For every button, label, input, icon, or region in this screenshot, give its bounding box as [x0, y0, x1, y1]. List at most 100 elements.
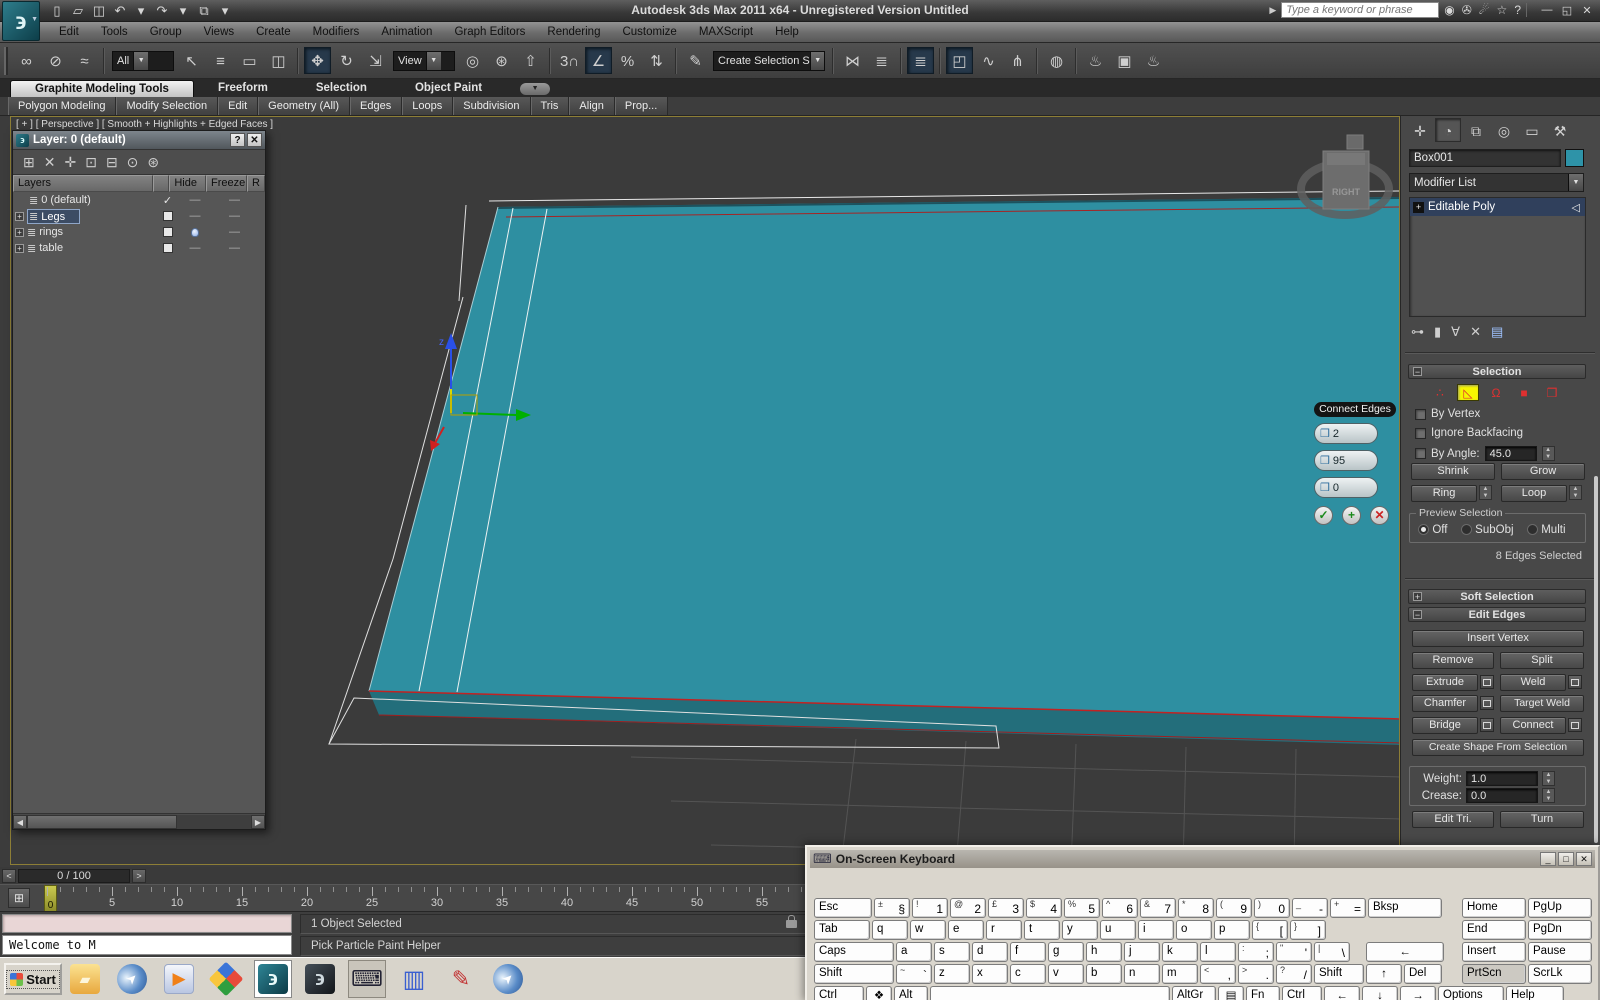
set-current-checkbox[interactable]: [162, 211, 173, 221]
set-current-layer-icon[interactable]: ⊟: [106, 154, 118, 171]
communication-center-icon[interactable]: ☄: [1479, 3, 1490, 17]
osk-key-sym[interactable]: ± §: [874, 898, 910, 918]
menu-item[interactable]: Graph Editors: [443, 22, 536, 42]
previous-frame-button[interactable]: <: [2, 868, 16, 883]
column-freeze[interactable]: Freeze: [206, 175, 248, 192]
utilities-tab-icon[interactable]: ⚒: [1547, 118, 1573, 142]
osk-key-z[interactable]: z: [934, 964, 970, 984]
grow-button[interactable]: Grow: [1501, 463, 1585, 480]
ribbon-panel-button[interactable]: Edit: [218, 97, 259, 115]
segments-field[interactable]: ❒ 2: [1314, 423, 1378, 444]
osk-key-6[interactable]: ^ 6: [1102, 898, 1138, 918]
angle-snap-icon[interactable]: ∠: [585, 47, 612, 74]
osk-key-help[interactable]: Help: [1506, 986, 1564, 1000]
loop-spinner[interactable]: ▲ ▼: [1569, 485, 1582, 500]
layer-properties-icon[interactable]: ⊛: [147, 154, 159, 171]
hide-toggle[interactable]: —: [176, 210, 214, 222]
keyboard-shortcut-override-icon[interactable]: ⇧: [517, 47, 544, 74]
osk-close-button[interactable]: ✕: [1576, 852, 1592, 866]
osk-key-t[interactable]: t: [1024, 920, 1060, 940]
scrollbar-thumb[interactable]: [27, 814, 177, 829]
menu-item[interactable]: Edit: [48, 22, 90, 42]
command-panel-scrollbar[interactable]: [1594, 476, 1598, 843]
help-icon[interactable]: ?: [1514, 3, 1521, 17]
expand-icon[interactable]: +: [15, 211, 24, 221]
osk-key-sym[interactable]: " ': [1276, 942, 1312, 962]
configure-modifier-sets-icon[interactable]: ▤: [1491, 324, 1503, 340]
unlink-selection-icon[interactable]: ⊘: [42, 47, 69, 74]
window-crossing-icon[interactable]: ◫: [265, 47, 292, 74]
osk-key-u[interactable]: u: [1100, 920, 1136, 940]
osk-key-7[interactable]: & 7: [1140, 898, 1176, 918]
osk-key-g[interactable]: g: [1048, 942, 1084, 962]
create-new-layer-icon[interactable]: ⊞: [23, 154, 35, 171]
osk-key-pause[interactable]: Pause: [1528, 942, 1592, 962]
osk-key-n[interactable]: n: [1124, 964, 1160, 984]
freeze-toggle[interactable]: —: [214, 242, 255, 254]
hierarchy-tab-icon[interactable]: ⧉: [1463, 118, 1489, 142]
polygon-subobject-icon[interactable]: ■: [1513, 384, 1535, 401]
menu-item[interactable]: Modifiers: [302, 22, 371, 42]
column-layers[interactable]: Layers: [13, 175, 153, 192]
osk-key-tab[interactable]: Tab: [814, 920, 870, 940]
osk-key-space[interactable]: [930, 986, 1170, 1000]
slide-field[interactable]: ❒ 0: [1314, 477, 1378, 498]
menu-item[interactable]: Help: [764, 22, 810, 42]
osk-key-2[interactable]: @2: [950, 898, 986, 918]
edit-edges-rollout-header[interactable]: − Edit Edges: [1408, 607, 1586, 622]
restore-button[interactable]: ◱: [1560, 4, 1574, 17]
cancel-button[interactable]: ✕: [1370, 506, 1389, 525]
display-tab-icon[interactable]: ▭: [1519, 118, 1545, 142]
remove-modifier-icon[interactable]: ✕: [1470, 324, 1481, 340]
maxscript-listener-output[interactable]: Welcome to M: [2, 935, 292, 955]
osk-key-w[interactable]: w: [910, 920, 946, 940]
osk-key-s[interactable]: s: [934, 942, 970, 962]
collapse-icon[interactable]: −: [1413, 610, 1422, 620]
osk-key-ctrl[interactable]: Ctrl: [814, 986, 864, 1000]
viewport-label[interactable]: [ + ] [ Perspective ] [ Smooth + Highlig…: [16, 119, 273, 130]
manage-layers-icon[interactable]: ≣: [907, 47, 934, 74]
osk-key-q[interactable]: q: [872, 920, 908, 940]
ok-button[interactable]: ✓: [1314, 506, 1333, 525]
osk-key-altgr[interactable]: AltGr: [1172, 986, 1216, 1000]
osk-key-1[interactable]: ! 1: [912, 898, 948, 918]
favorites-star-icon[interactable]: ☆: [1497, 3, 1508, 17]
layer-row-legs[interactable]: + ≣ Legs — —: [13, 208, 265, 224]
modify-tab-icon[interactable]: ◔: [1435, 118, 1461, 142]
delete-layer-icon[interactable]: ✕: [44, 154, 56, 171]
selection-filter-dropdown[interactable]: All ▼: [112, 50, 174, 71]
osk-key-sym[interactable]: >.: [1238, 964, 1274, 984]
crease-field[interactable]: 0.0: [1466, 788, 1538, 803]
by-vertex-checkbox[interactable]: [1415, 408, 1426, 420]
remote-desktop-icon[interactable]: ▥: [395, 960, 433, 998]
show-end-result-icon[interactable]: ▮: [1434, 324, 1441, 340]
osk-key-sym[interactable]: | \: [1314, 942, 1350, 962]
osk-key-r[interactable]: r: [986, 920, 1022, 940]
tab-object-paint[interactable]: Object Paint: [391, 80, 506, 97]
ribbon-panel-button[interactable]: Edges: [350, 97, 403, 115]
osk-key-3[interactable]: £3: [988, 898, 1024, 918]
border-subobject-icon[interactable]: Ω: [1485, 384, 1507, 401]
tab-freeform[interactable]: Freeform: [194, 80, 292, 97]
time-slider[interactable]: 0: [44, 885, 57, 911]
menu-item[interactable]: Create: [245, 22, 302, 42]
osk-key-j[interactable]: j: [1124, 942, 1160, 962]
column-current[interactable]: [152, 175, 170, 192]
osk-key-ctrlright[interactable]: Ctrl: [1282, 986, 1322, 1000]
osk-key-prtscn[interactable]: PrtScn: [1462, 964, 1526, 984]
scroll-right-icon[interactable]: ▶: [251, 814, 265, 829]
modifier-stack[interactable]: + Editable Poly ◁: [1409, 197, 1586, 317]
osk-key-bksp[interactable]: Bksp: [1368, 898, 1442, 918]
osk-key-sym[interactable]: + =: [1330, 898, 1366, 918]
angle-field[interactable]: 45.0: [1484, 446, 1537, 461]
osk-key-d[interactable]: d: [972, 942, 1008, 962]
modifier-stack-item-editable-poly[interactable]: + Editable Poly ◁: [1410, 198, 1585, 216]
osk-key-5[interactable]: % 5: [1064, 898, 1100, 918]
preview-off-radio[interactable]: [1418, 524, 1429, 535]
layer-dialog-titlebar[interactable]: ϶ Layer: 0 (default) ? ✕: [13, 131, 265, 150]
pinch-field[interactable]: ❒ 95: [1314, 450, 1378, 471]
column-render[interactable]: R: [247, 175, 265, 192]
onscreen-keyboard-icon[interactable]: ⌨: [348, 960, 386, 998]
curve-editor-icon[interactable]: ∿: [975, 47, 1002, 74]
osk-key-arrowright[interactable]: →: [1400, 986, 1436, 1000]
